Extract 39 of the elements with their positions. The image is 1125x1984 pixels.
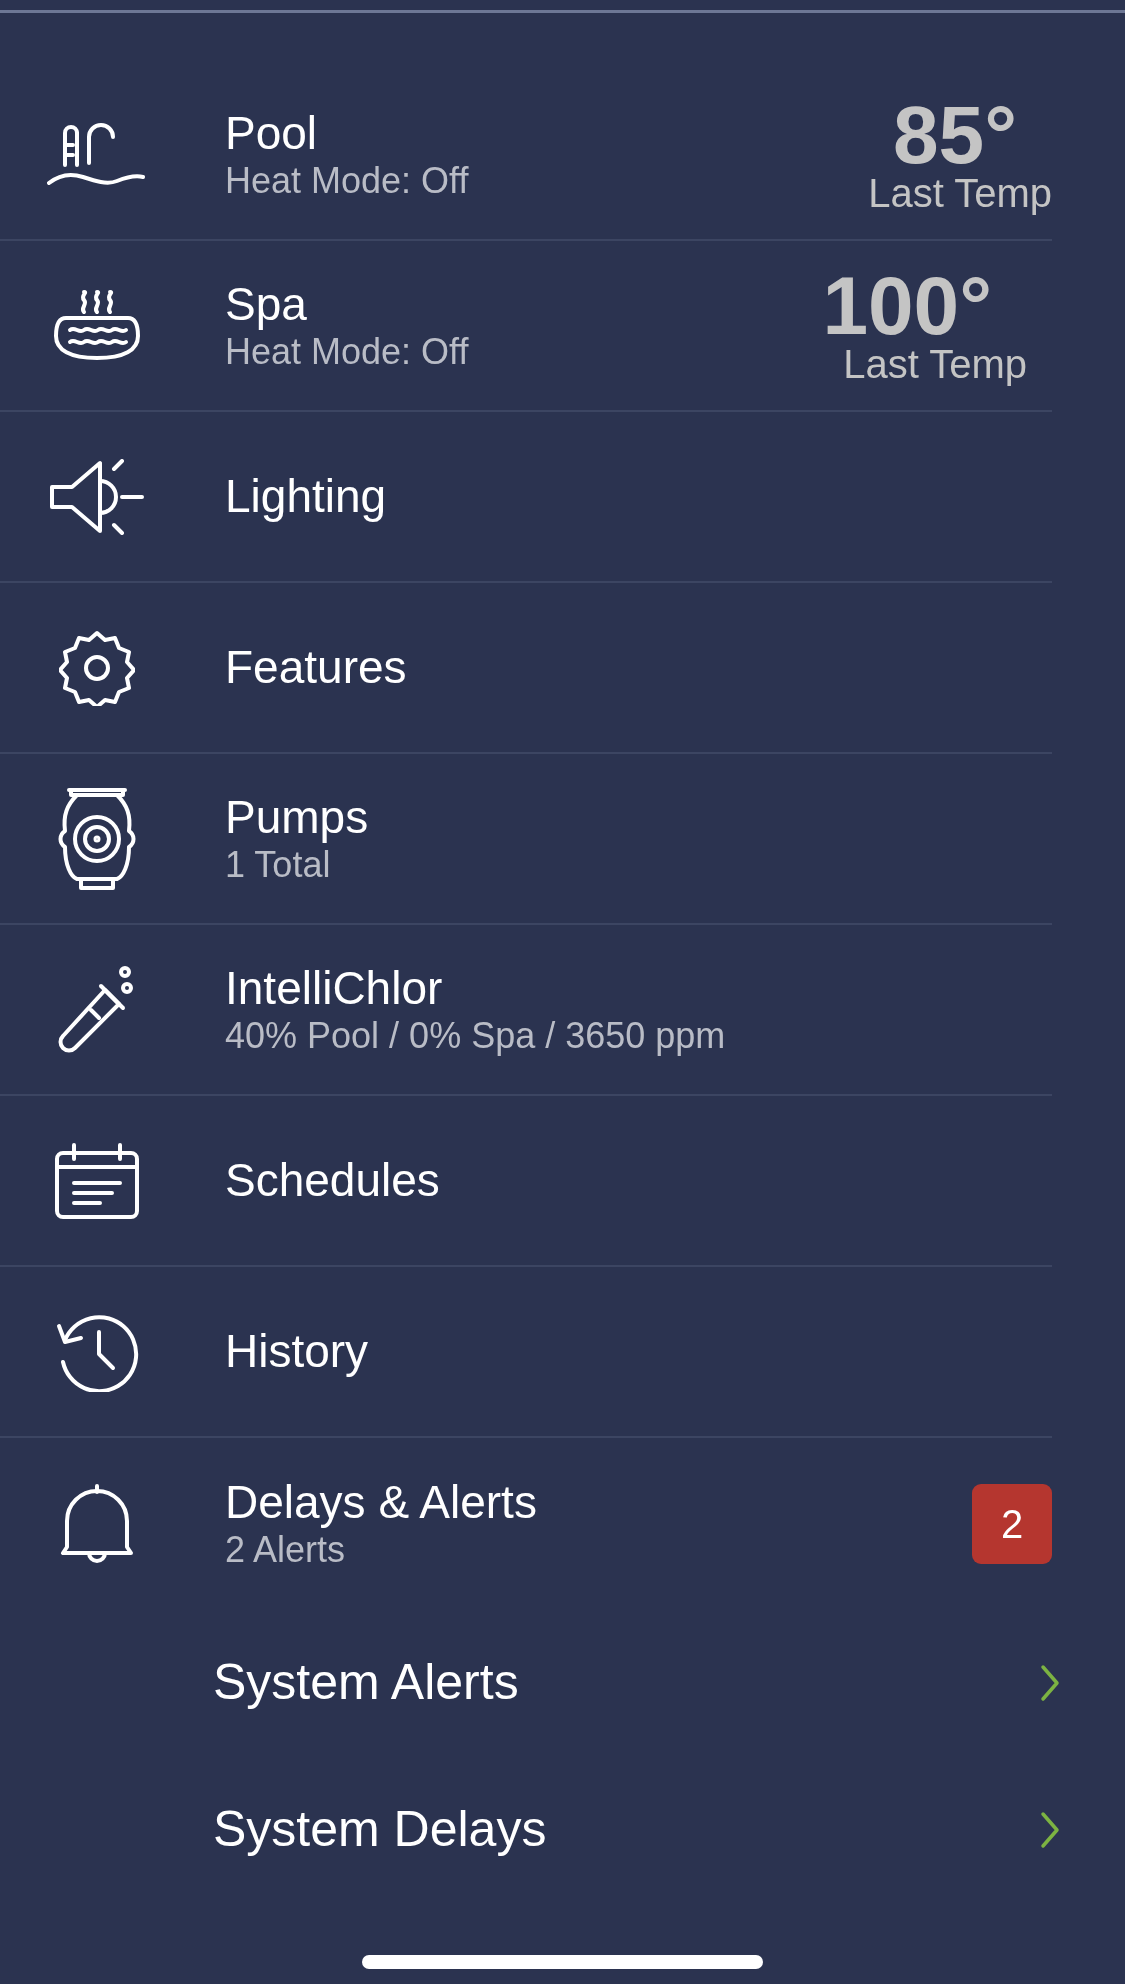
- item-title: History: [225, 1325, 369, 1378]
- calendar-icon: [54, 1140, 140, 1221]
- light-icon: [48, 458, 146, 535]
- submenu-link[interactable]: System Alerts: [213, 1645, 519, 1720]
- chevron-right-icon: [1040, 1810, 1060, 1849]
- bell-icon: [59, 1482, 135, 1565]
- menu-item[interactable]: Spa Heat Mode: Off 100° Last Temp: [0, 241, 1052, 412]
- menu-item[interactable]: Delays & Alerts 2 Alerts 2: [0, 1438, 1052, 1609]
- item-title: Spa: [225, 278, 308, 332]
- pool-icon: [47, 122, 147, 187]
- item-title: Features: [225, 641, 407, 694]
- item-subtitle: 2 Alerts: [225, 1529, 347, 1571]
- menu-item[interactable]: History: [0, 1267, 1052, 1438]
- chevron-right-icon: [1040, 1663, 1060, 1702]
- pump-icon: [57, 786, 137, 891]
- submenu-link[interactable]: System Delays: [213, 1792, 547, 1867]
- item-subtitle: Heat Mode: Off: [225, 160, 469, 202]
- menu-item[interactable]: Pumps 1 Total: [0, 754, 1052, 925]
- menu-item[interactable]: Pool Heat Mode: Off 85° Last Temp: [0, 70, 1052, 241]
- item-title: IntelliChlor: [225, 962, 444, 1016]
- hot-tub-icon: [54, 289, 140, 362]
- menu-item[interactable]: IntelliChlor 40% Pool / 0% Spa / 3650 ppm: [0, 925, 1052, 1096]
- menu-item[interactable]: Lighting: [0, 412, 1052, 583]
- item-title: Schedules: [225, 1154, 440, 1207]
- item-title: Delays & Alerts: [225, 1476, 537, 1530]
- count-badge: 2: [972, 1483, 1052, 1564]
- item-title: Lighting: [225, 470, 387, 523]
- temperature-label: Last Temp: [868, 173, 1052, 214]
- temperature: 100°: [822, 266, 992, 345]
- item-subtitle: Heat Mode: Off: [225, 331, 469, 373]
- menu-item[interactable]: Features: [0, 583, 1052, 754]
- temperature: 85°: [893, 95, 1017, 174]
- temperature-label: Last Temp: [843, 344, 1027, 385]
- item-title: Pumps: [225, 791, 369, 845]
- item-title: Pool: [225, 107, 319, 161]
- gear-icon: [59, 629, 135, 706]
- item-subtitle: 40% Pool / 0% Spa / 3650 ppm: [225, 1015, 726, 1057]
- menu-item[interactable]: Schedules: [0, 1096, 1052, 1267]
- item-subtitle: 1 Total: [225, 844, 332, 886]
